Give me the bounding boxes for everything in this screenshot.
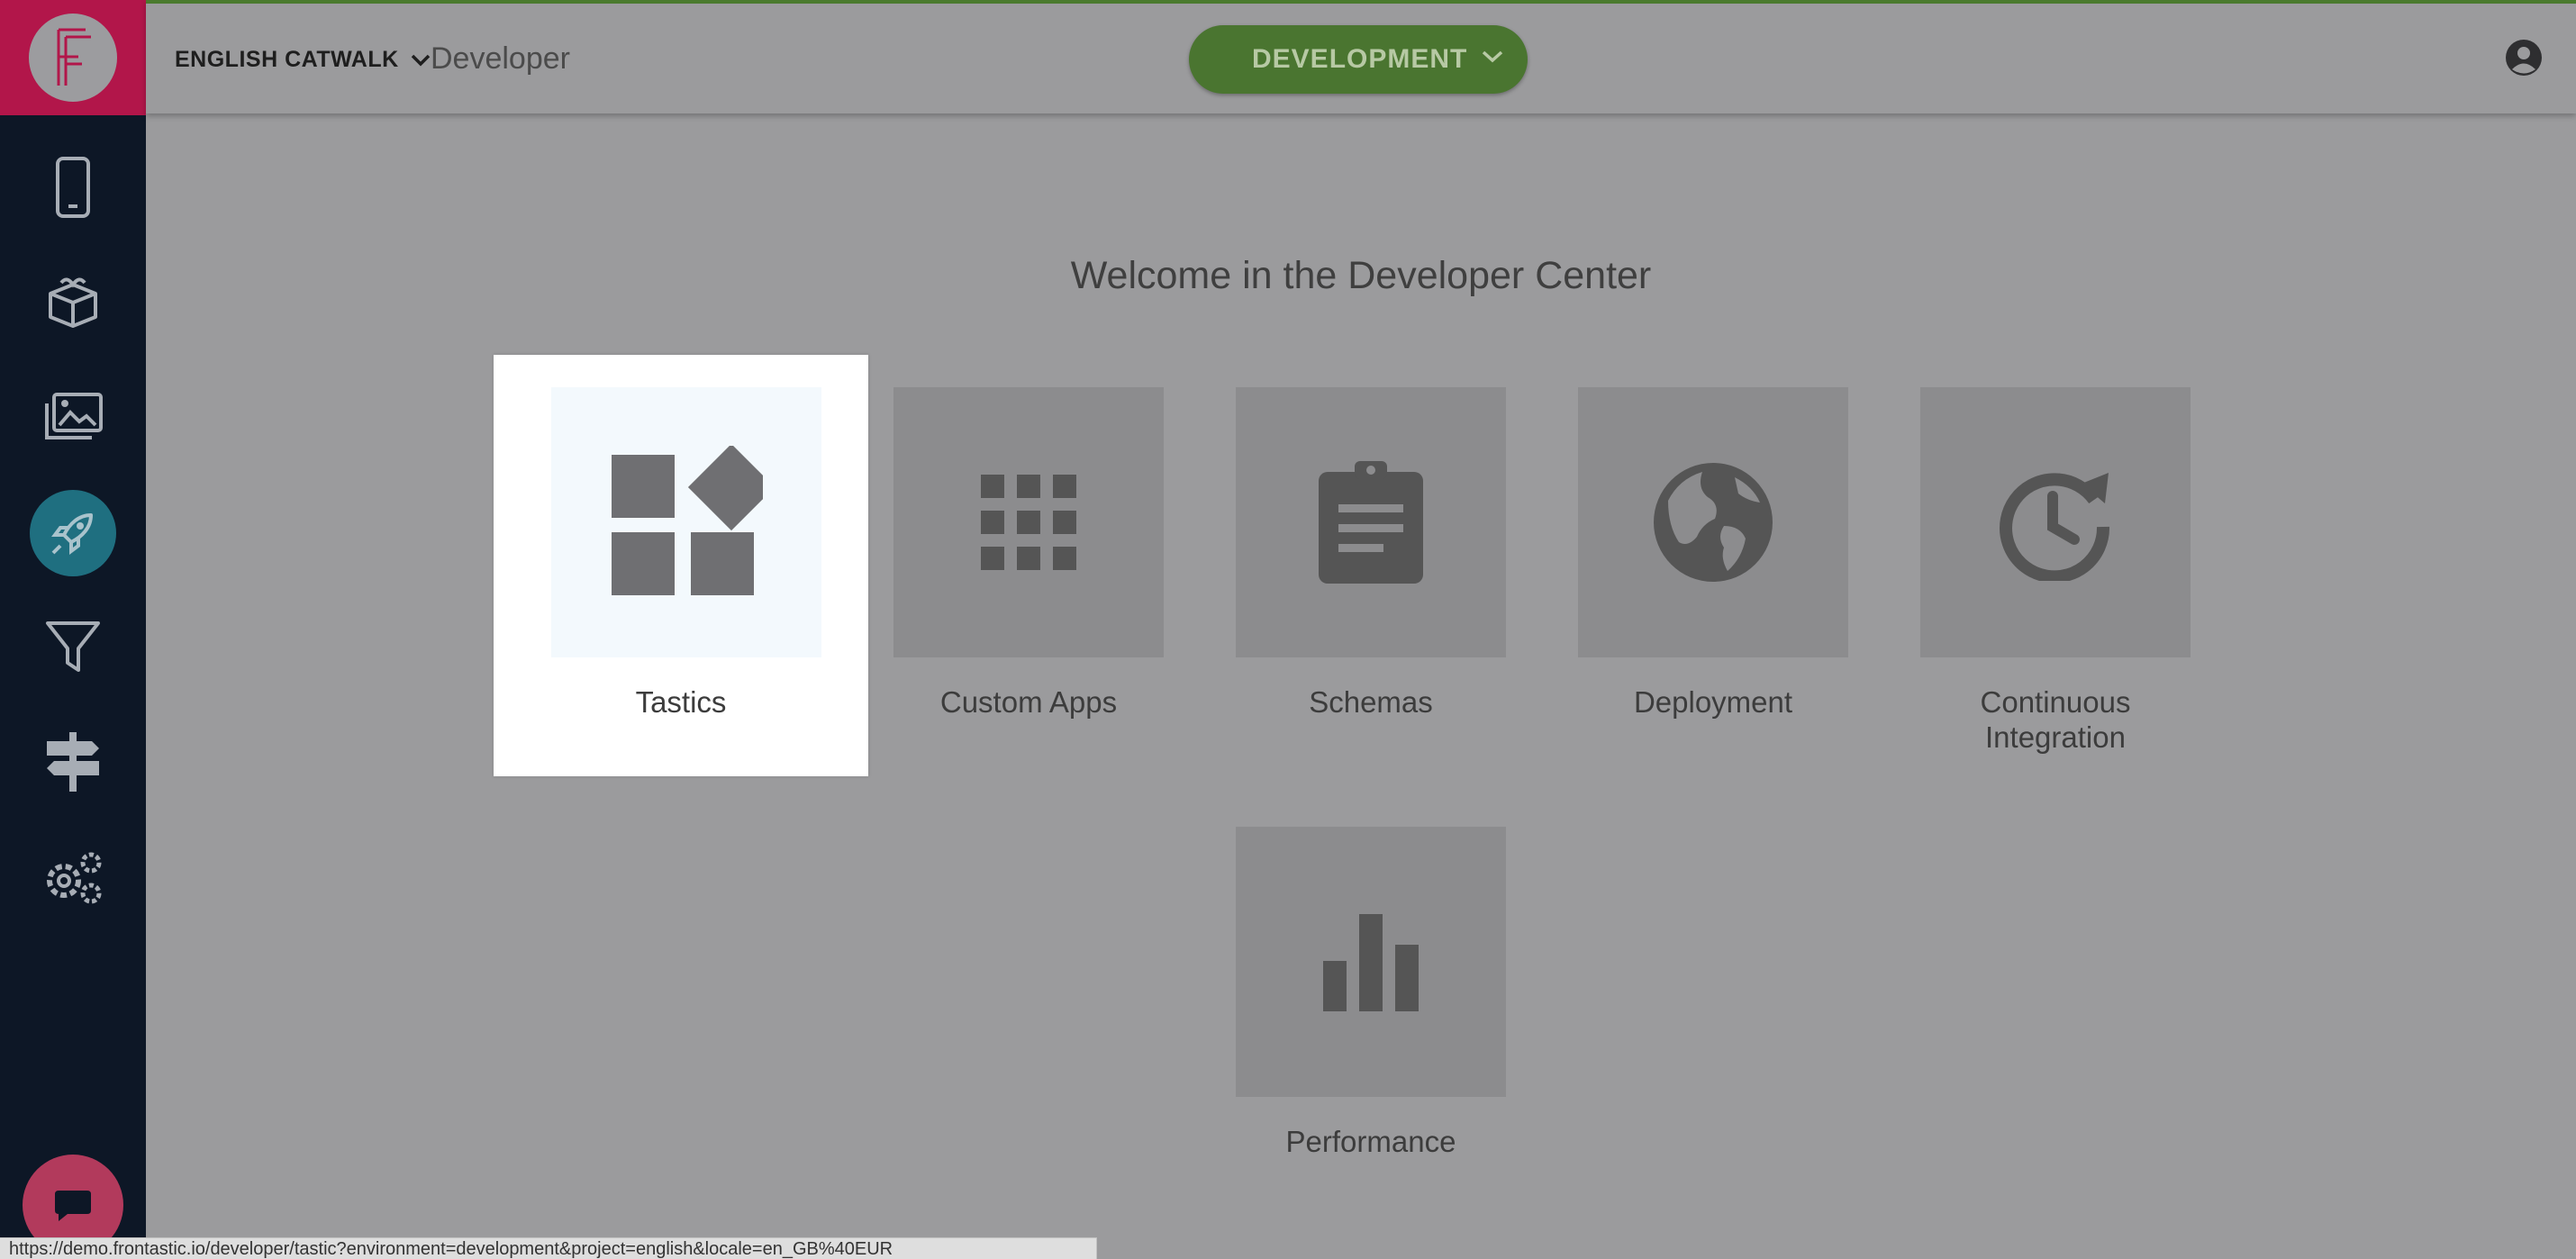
tile-tastics	[551, 387, 821, 657]
card-label: Schemas	[1309, 685, 1433, 719]
card-schemas[interactable]: Schemas	[1236, 387, 1506, 765]
tile-schemas	[1236, 387, 1506, 657]
chat-bubble-icon	[55, 1191, 91, 1221]
card-label: Custom Apps	[939, 685, 1118, 719]
card-continuous-integration[interactable]: Continuous Integration	[1920, 387, 2191, 765]
card-label: Deployment	[1633, 685, 1793, 719]
section-title: Developer	[431, 41, 570, 76]
logo-circle	[29, 14, 117, 102]
bar-chart-icon	[1323, 914, 1419, 1011]
card-label: Tastics	[635, 685, 727, 719]
project-selector[interactable]: ENGLISH CATWALK	[175, 47, 431, 73]
history-icon	[2000, 473, 2110, 581]
user-circle-icon	[2506, 40, 2542, 76]
card-label: Performance	[1285, 1125, 1456, 1158]
nav-developer[interactable]	[0, 488, 146, 578]
card-performance[interactable]: Performance	[1236, 827, 1506, 1169]
sidebar	[0, 0, 146, 1259]
card-deployment[interactable]: Deployment	[1578, 387, 1848, 765]
top-bar: ENGLISH CATWALK Developer DEVELOPMENT	[146, 0, 2576, 113]
logo-f-icon	[57, 28, 91, 86]
nav-settings[interactable]	[0, 832, 146, 922]
welcome-heading: Welcome in the Developer Center	[1070, 254, 1652, 297]
clipboard-icon	[1319, 461, 1423, 584]
filter-icon	[46, 621, 100, 672]
rocket-icon	[51, 513, 93, 555]
status-bar-url: https://demo.frontastic.io/developer/tas…	[0, 1237, 1097, 1259]
card-tastics[interactable]: Tastics	[494, 355, 868, 776]
tile-continuous-integration	[1920, 387, 2191, 657]
gears-icon	[47, 852, 102, 904]
card-label-line2: Integration	[1985, 720, 2126, 754]
project-name: ENGLISH CATWALK	[175, 47, 399, 72]
chevron-down-icon	[1482, 50, 1503, 63]
grid-icon	[981, 475, 1076, 570]
card-label: Continuous	[1980, 685, 2131, 719]
active-indicator	[30, 490, 116, 576]
environment-selector[interactable]: DEVELOPMENT	[1189, 25, 1528, 94]
images-icon	[45, 393, 103, 439]
nav-routes[interactable]	[0, 717, 146, 807]
tile-deployment	[1578, 387, 1848, 657]
tile-custom-apps	[893, 387, 1164, 657]
shapes-icon	[612, 446, 763, 595]
card-custom-apps[interactable]: Custom Apps	[893, 387, 1164, 765]
user-menu[interactable]	[2504, 38, 2544, 82]
logo[interactable]	[0, 0, 146, 115]
signpost-icon	[47, 732, 99, 792]
chevron-down-icon	[411, 54, 430, 66]
nav-products[interactable]	[0, 256, 146, 346]
nav-media[interactable]	[0, 371, 146, 461]
environment-label: DEVELOPMENT	[1252, 44, 1468, 74]
mobile-phone-icon	[56, 157, 90, 218]
globe-icon	[1654, 463, 1773, 582]
nav-filter[interactable]	[0, 602, 146, 692]
nav-mobile[interactable]	[0, 142, 146, 232]
box-icon	[49, 277, 97, 328]
tile-performance	[1236, 827, 1506, 1097]
